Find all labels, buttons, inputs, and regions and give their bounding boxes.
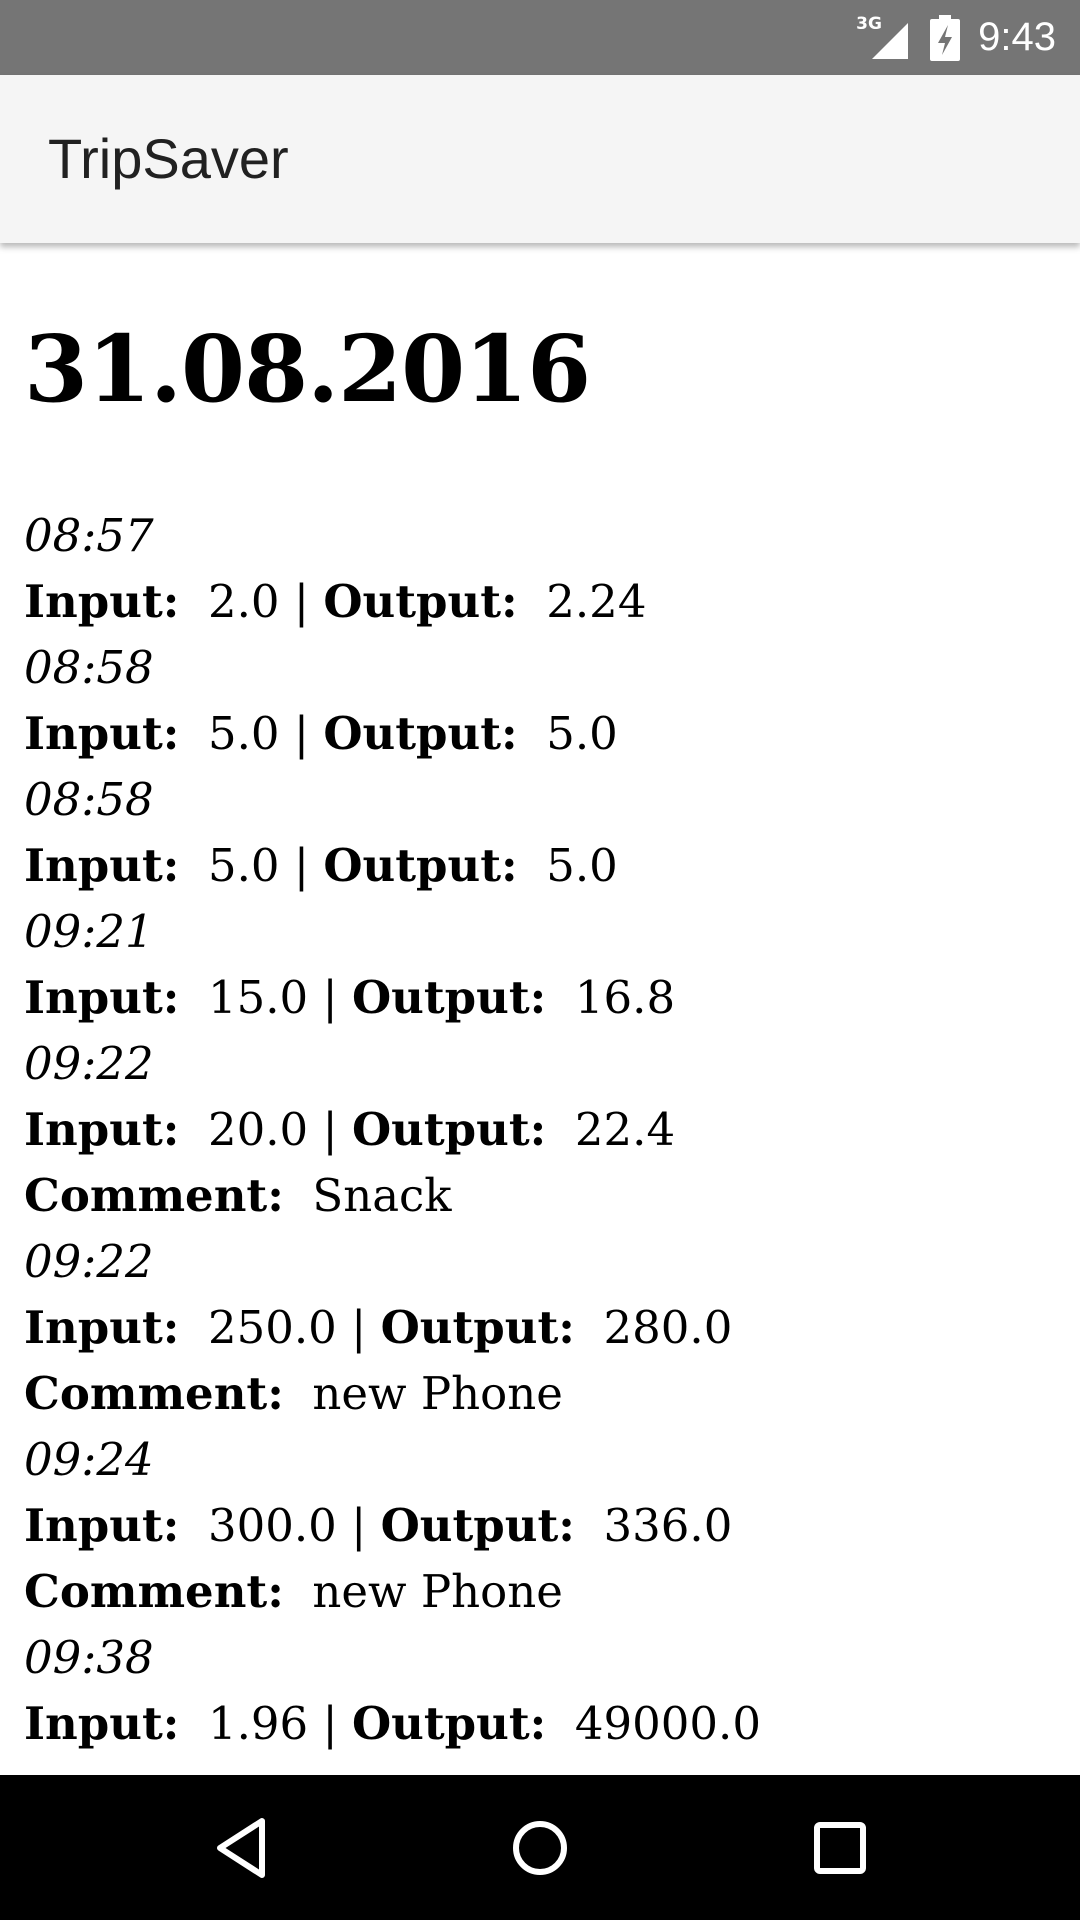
output-label: Output:	[380, 1499, 575, 1552]
input-value: 1.96	[207, 1697, 309, 1750]
recents-icon	[814, 1821, 866, 1874]
output-label: Output:	[351, 1103, 547, 1156]
output-label: Output:	[380, 1301, 575, 1354]
entry-time: 09:22	[24, 1235, 154, 1288]
separator: |	[351, 1499, 367, 1552]
entry-time: 08:57	[24, 509, 154, 562]
input-label: Input:	[24, 839, 180, 892]
back-button[interactable]	[162, 1775, 322, 1920]
input-label: Input:	[24, 1499, 180, 1552]
separator: |	[351, 1301, 367, 1354]
output-label: Output:	[323, 707, 518, 760]
input-value: 15.0	[207, 971, 309, 1024]
entry-time: 09:21	[24, 905, 154, 958]
output-value: 49000.0	[574, 1697, 761, 1750]
signal-icon: 3G	[856, 14, 912, 62]
home-button[interactable]	[460, 1775, 620, 1920]
output-label: Output:	[323, 575, 518, 628]
comment-value: new Phone	[312, 1367, 563, 1420]
input-label: Input:	[24, 1103, 180, 1156]
entry-amounts: Input: 15.0 | Output: 16.8	[24, 965, 1056, 1031]
entry-amounts: Input: 250.0 | Output: 280.0	[24, 1295, 1056, 1361]
separator: |	[293, 839, 310, 892]
battery-charging-icon	[930, 14, 961, 61]
input-value: 300.0	[207, 1499, 337, 1552]
comment-label: Comment:	[24, 1565, 284, 1618]
separator: |	[322, 971, 338, 1024]
input-label: Input:	[24, 1301, 180, 1354]
trip-log-content[interactable]: 31.08.2016 08:57 Input: 2.0 | Output: 2.2…	[0, 243, 1080, 1775]
comment-label: Comment:	[24, 1169, 284, 1222]
status-clock: 9:43	[978, 15, 1056, 59]
comment-value: new Phone	[312, 1565, 563, 1618]
separator: |	[293, 707, 310, 760]
home-icon	[513, 1820, 567, 1875]
input-value: 2.0	[207, 575, 280, 628]
output-value: 2.24	[546, 575, 647, 628]
entry-amounts: Input: 5.0 | Output: 5.0	[24, 833, 1056, 899]
input-value: 250.0	[207, 1301, 337, 1354]
entry-amounts: Input: 5.0 | Output: 5.0	[24, 701, 1056, 767]
output-label: Output:	[323, 839, 518, 892]
output-value: 280.0	[603, 1301, 733, 1354]
app-bar: TripSaver	[0, 75, 1080, 243]
entry-comment: Comment: new Phone	[24, 1559, 1056, 1625]
entry-amounts: Input: 2.0 | Output: 2.24	[24, 569, 1056, 635]
entry-time: 08:58	[24, 773, 154, 826]
input-value: 20.0	[207, 1103, 309, 1156]
input-label: Input:	[24, 707, 180, 760]
entry-time: 08:58	[24, 641, 154, 694]
separator: |	[293, 575, 310, 628]
entry-amounts: Input: 300.0 | Output: 336.0	[24, 1493, 1056, 1559]
entry-list: 08:57 Input: 2.0 | Output: 2.24 08:58 Input…	[24, 503, 1056, 1757]
separator: |	[322, 1697, 338, 1750]
output-value: 5.0	[546, 839, 618, 892]
app-title: TripSaver	[48, 127, 289, 190]
separator: |	[322, 1103, 338, 1156]
output-label: Output:	[351, 971, 547, 1024]
status-icons: 3G 9:43	[856, 0, 1056, 75]
entry-comment: Comment: new Phone	[24, 1361, 1056, 1427]
entry-amounts: Input: 20.0 | Output: 22.4	[24, 1097, 1056, 1163]
status-bar: 3G 9:43	[0, 0, 1080, 75]
entry-comment: Comment: Snack	[24, 1163, 1056, 1229]
input-label: Input:	[24, 1697, 180, 1750]
input-label: Input:	[24, 575, 180, 628]
input-value: 5.0	[207, 707, 280, 760]
output-value: 22.4	[574, 1103, 676, 1156]
entry-time: 09:38	[24, 1631, 154, 1684]
entry-time: 09:24	[24, 1433, 154, 1486]
input-value: 5.0	[207, 839, 280, 892]
date-heading: 31.08.2016	[24, 315, 591, 423]
input-label: Input:	[24, 971, 180, 1024]
entry-amounts: Input: 1.96 | Output: 49000.0	[24, 1691, 1056, 1757]
recents-button[interactable]	[760, 1775, 920, 1920]
navigation-bar	[0, 1775, 1080, 1920]
comment-label: Comment:	[24, 1367, 284, 1420]
output-label: Output:	[351, 1697, 547, 1750]
comment-value: Snack	[312, 1169, 452, 1222]
entry-time: 09:22	[24, 1037, 154, 1090]
output-value: 5.0	[546, 707, 618, 760]
output-value: 16.8	[574, 971, 676, 1024]
back-icon	[217, 1817, 265, 1878]
output-value: 336.0	[603, 1499, 733, 1552]
